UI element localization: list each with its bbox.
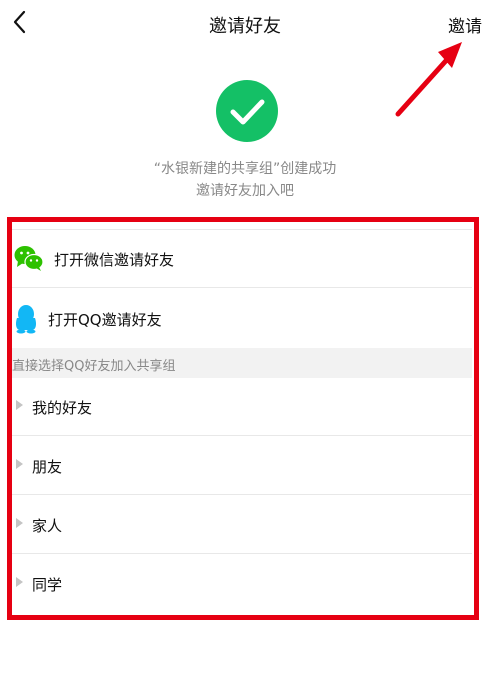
success-message: “水银新建的共享组”创建成功 邀请好友加入吧 — [0, 158, 490, 202]
success-line-2: 邀请好友加入吧 — [196, 183, 294, 199]
check-circle-icon — [216, 80, 278, 142]
invite-button[interactable]: 邀请 — [448, 12, 482, 37]
annotation-highlight-box — [7, 217, 479, 620]
annotation-arrow-icon — [395, 42, 462, 117]
success-line-1: “水银新建的共享组”创建成功 — [153, 161, 337, 177]
page-title: 邀请好友 — [209, 16, 281, 37]
